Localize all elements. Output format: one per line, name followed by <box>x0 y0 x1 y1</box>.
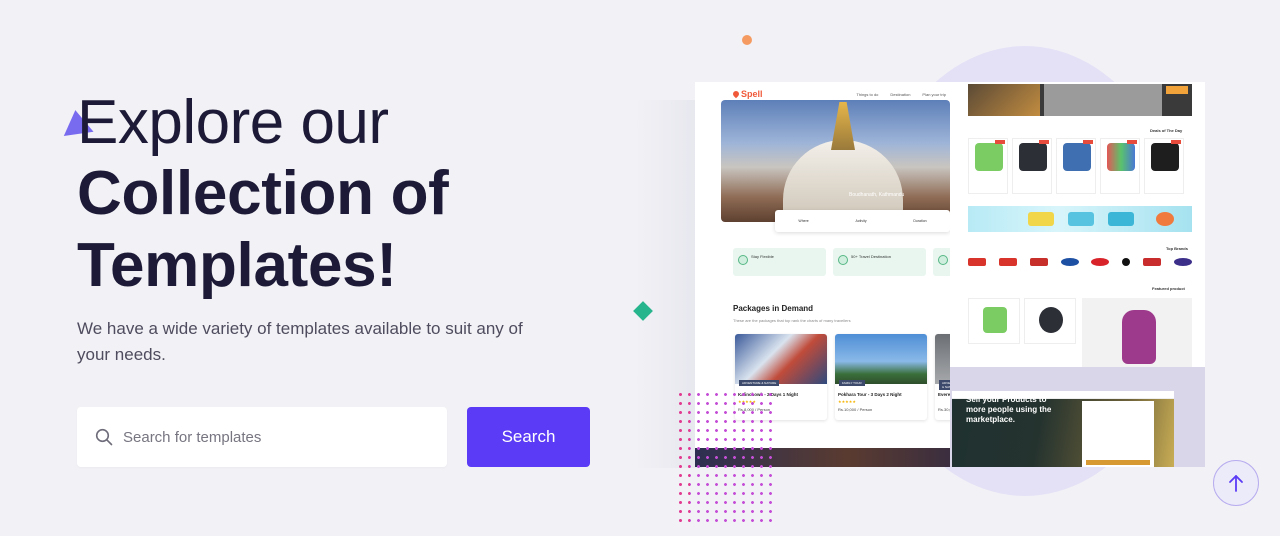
banner-image <box>1044 84 1162 116</box>
brand-logo <box>1060 258 1079 266</box>
brand-logo <box>1173 258 1192 266</box>
banner-cta <box>1166 86 1188 94</box>
market-banner <box>968 84 1192 116</box>
backpack-image <box>1122 310 1156 364</box>
product-tile <box>1056 138 1096 194</box>
seller-banner: Sell your Products to more people using … <box>950 367 1205 467</box>
feature-icon <box>938 255 948 265</box>
product-tile <box>968 298 1020 344</box>
product-tile <box>968 138 1008 194</box>
stupa-spire <box>831 102 855 150</box>
product-tile <box>1024 298 1076 344</box>
brand-logo <box>1091 258 1110 266</box>
brand-logo <box>1029 258 1048 266</box>
feature-icon <box>838 255 848 265</box>
brand-logo <box>1122 258 1131 266</box>
brand-logo <box>998 258 1017 266</box>
featured-title: Featured product <box>1152 286 1185 291</box>
sale-badge <box>1127 140 1137 144</box>
travel-nav-item: Plan your trip <box>922 91 946 97</box>
sale-badge <box>1171 140 1181 144</box>
sale-badge <box>1083 140 1093 144</box>
product-tile <box>1144 138 1184 194</box>
featured-product <box>1082 298 1192 367</box>
deals-title: Deals of The Day <box>1150 128 1183 133</box>
travel-field: Activity <box>855 219 867 223</box>
seller-title: Sell your Products to more people using … <box>966 395 1052 424</box>
travel-logo-text: Spell <box>741 89 763 99</box>
travel-search-bar: Where Activity Duration <box>775 210 950 232</box>
travel-feature: 50+ Travel Destination <box>833 248 926 276</box>
decorative-dot <box>742 35 752 45</box>
sale-badge <box>995 140 1005 144</box>
arrow-up-icon <box>1229 475 1243 492</box>
banner-image <box>968 84 1040 116</box>
seller-form-button <box>1086 460 1150 465</box>
package-rating: ★★★★★ <box>838 399 856 404</box>
title-line-1: Explore our <box>77 88 389 157</box>
product-image <box>1063 143 1091 171</box>
scroll-to-top-button[interactable] <box>1213 460 1259 506</box>
product-tile <box>1100 138 1140 194</box>
title-line-3: Templates! <box>77 231 397 300</box>
sale-badge <box>1039 140 1049 144</box>
search-box <box>77 407 447 467</box>
package-image <box>835 334 927 384</box>
promo-item <box>1068 212 1094 226</box>
product-image <box>983 307 1007 333</box>
promo-item <box>1108 212 1134 226</box>
decorative-dot-grid <box>676 390 772 525</box>
feature-label: Stay Flexible <box>751 254 774 259</box>
deals-row <box>968 138 1184 194</box>
travel-nav-item: Destination <box>890 91 911 97</box>
travel-hero-caption: Boudhanath, Kathmandu <box>849 192 905 198</box>
decorative-dot-grid <box>676 390 690 525</box>
product-image <box>1151 143 1179 171</box>
search-input[interactable] <box>123 428 423 446</box>
package-tag: ADVENTURE & NATURE <box>739 380 780 386</box>
search-button[interactable]: Search <box>467 407 590 467</box>
featured-grid <box>968 298 1076 344</box>
brand-logo <box>968 258 986 266</box>
promo-item <box>1028 212 1054 226</box>
travel-nav-links: Things to do Destination Plan your trip <box>856 92 950 97</box>
stupa-shape <box>783 140 903 220</box>
packages-title: Packages in Demand <box>733 304 814 313</box>
travel-field: Where <box>798 219 809 223</box>
product-tile <box>1012 138 1052 194</box>
seller-form <box>1082 401 1154 467</box>
brands-row <box>968 258 1192 266</box>
page-title: Explore our Collection of Templates! <box>77 88 449 302</box>
package-tag: FAMILY TOUR <box>839 380 865 386</box>
feature-label: 50+ Travel Destination <box>851 254 891 259</box>
product-image <box>1107 143 1135 171</box>
package-card: FAMILY TOUR Pokhara Tour - 3 Days 2 Nigh… <box>835 334 927 420</box>
promo-badge <box>1156 212 1174 226</box>
title-line-2: Collection of <box>77 159 449 228</box>
marketplace-template-preview: Deals of The Day Top Brands Featured pro… <box>950 82 1205 367</box>
packages-subtitle: These are the packages that top rank the… <box>733 318 851 323</box>
travel-field: Duration <box>913 219 927 223</box>
package-image <box>735 334 827 384</box>
travel-nav-item: Things to do <box>856 91 879 97</box>
travel-logo: Spell <box>731 89 763 99</box>
search-icon <box>95 428 113 446</box>
product-image <box>975 143 1003 171</box>
hero-description: We have a wide variety of templates avai… <box>77 319 523 364</box>
feature-icon <box>738 255 748 265</box>
package-price: Rs.10,000 / Person <box>838 407 873 412</box>
product-image <box>1019 143 1047 171</box>
promo-banner <box>968 206 1192 232</box>
location-pin-icon <box>731 89 741 99</box>
travel-hero-image: Boudhanath, Kathmandu <box>721 100 950 222</box>
brand-logo <box>1143 258 1162 266</box>
travel-feature: Stay Flexible <box>733 248 826 276</box>
product-image <box>1039 307 1063 333</box>
brands-title: Top Brands <box>1166 246 1188 251</box>
